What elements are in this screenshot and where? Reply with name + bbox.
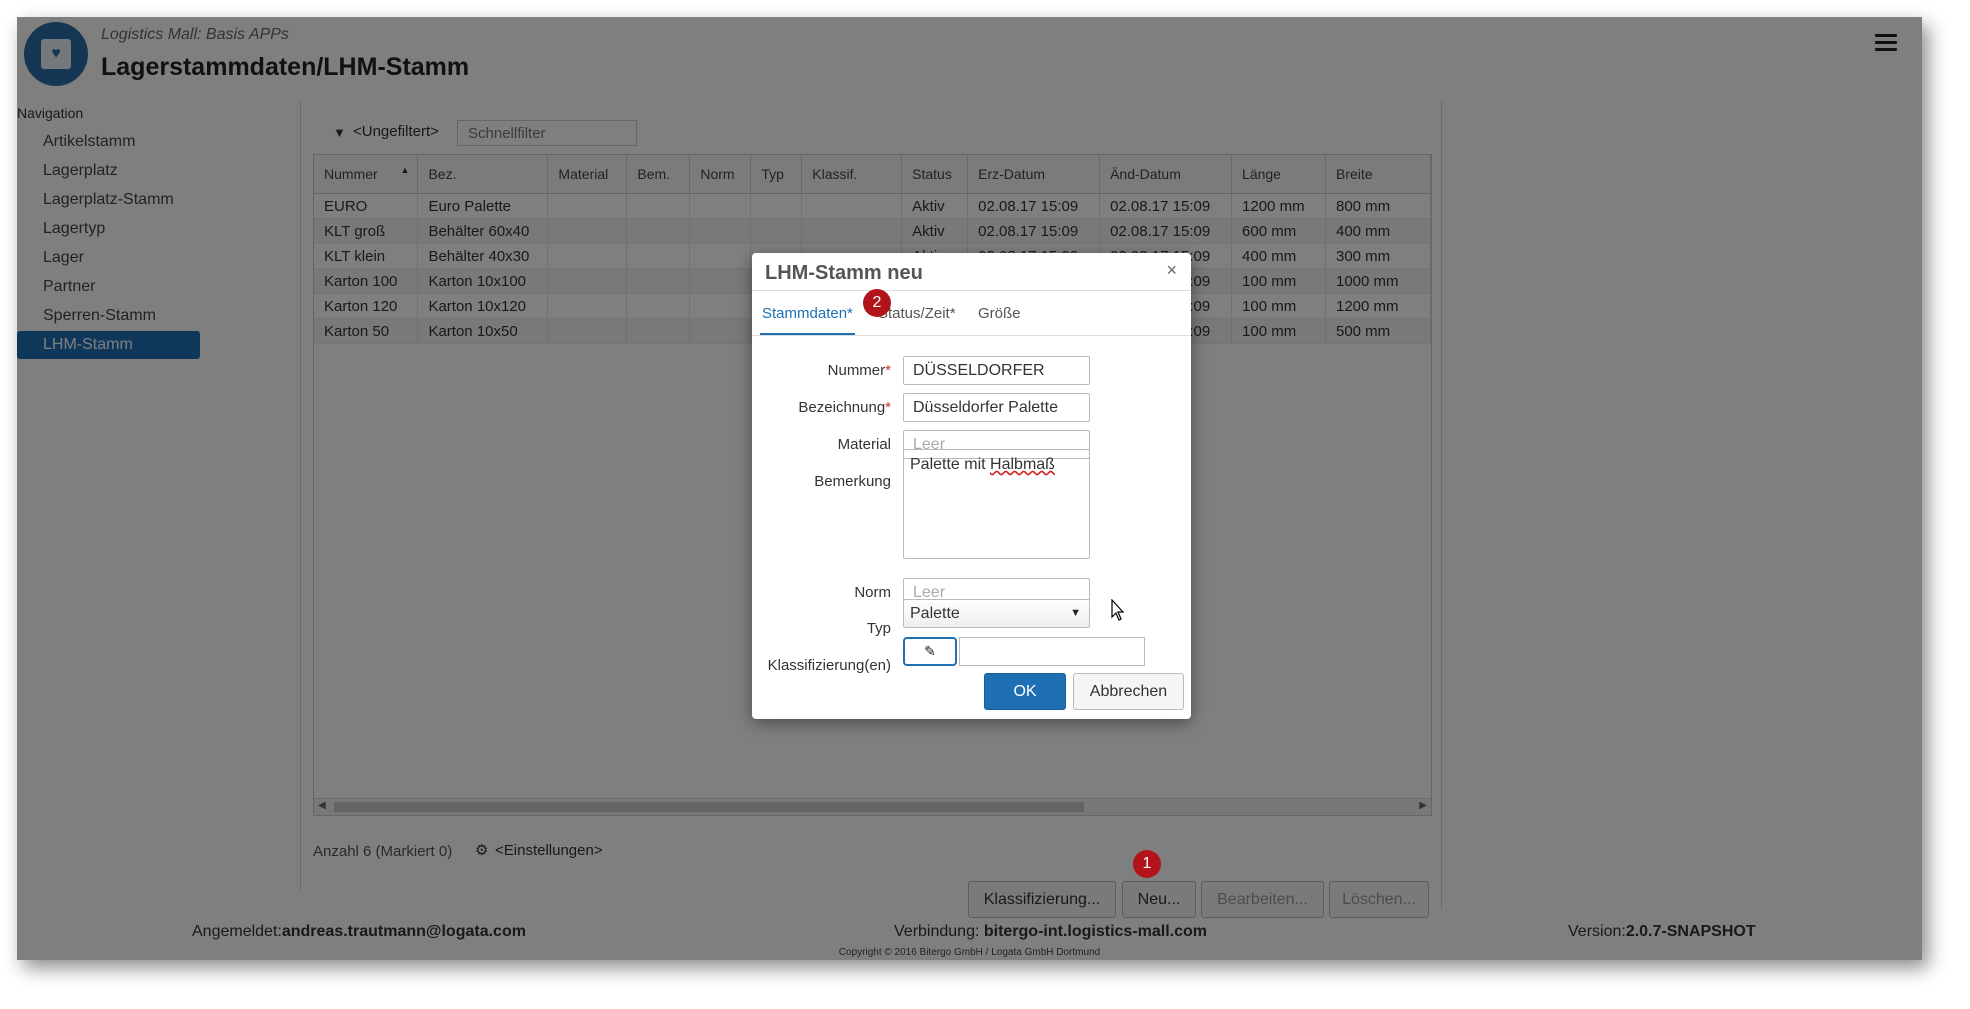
edit-icon: ✎: [924, 643, 936, 659]
dialog-title-divider: [752, 290, 1191, 291]
ok-button[interactable]: OK: [984, 673, 1066, 710]
tabs-divider: [752, 335, 1191, 336]
material-label: Material: [837, 436, 891, 453]
nummer-field[interactable]: DÜSSELDORFER: [903, 356, 1090, 385]
tab-groesse[interactable]: Größe: [978, 305, 1021, 322]
edit-klassifizierung-button[interactable]: ✎: [903, 637, 957, 666]
mouse-cursor-icon: [1111, 599, 1125, 621]
klassifizierung-label: Klassifizierung(en): [767, 657, 891, 674]
caret-down-icon: ▼: [1070, 607, 1081, 619]
lhm-new-dialog: LHM-Stamm neu × Stammdaten* Status/Zeit*…: [752, 253, 1191, 719]
typ-label: Typ: [866, 620, 891, 637]
klassifizierung-field[interactable]: [959, 637, 1145, 666]
tab-stammdaten[interactable]: Stammdaten*: [762, 305, 853, 322]
step-badge-2: 2: [863, 289, 891, 317]
norm-label: Norm: [854, 584, 891, 601]
dialog-title: LHM-Stamm neu: [765, 262, 923, 284]
bemerkung-label: Bemerkung: [814, 473, 891, 490]
step-badge-1: 1: [1133, 850, 1161, 878]
bezeichnung-label: Bezeichnung*: [798, 399, 891, 416]
nummer-label: Nummer*: [827, 362, 891, 379]
app-window: ♥ Logistics Mall: Basis APPs Lagerstammd…: [17, 17, 1922, 960]
typ-select-value: Palette: [910, 605, 960, 622]
bezeichnung-field[interactable]: Düsseldorfer Palette: [903, 393, 1090, 422]
misspelled-word: Halbmaß: [990, 456, 1055, 473]
cancel-button[interactable]: Abbrechen: [1073, 673, 1184, 710]
bemerkung-text: Palette mit: [910, 456, 991, 473]
close-icon[interactable]: ×: [1166, 260, 1177, 281]
bemerkung-textarea[interactable]: Palette mit Halbmaß: [903, 449, 1090, 559]
typ-select[interactable]: Palette ▼: [903, 599, 1090, 628]
